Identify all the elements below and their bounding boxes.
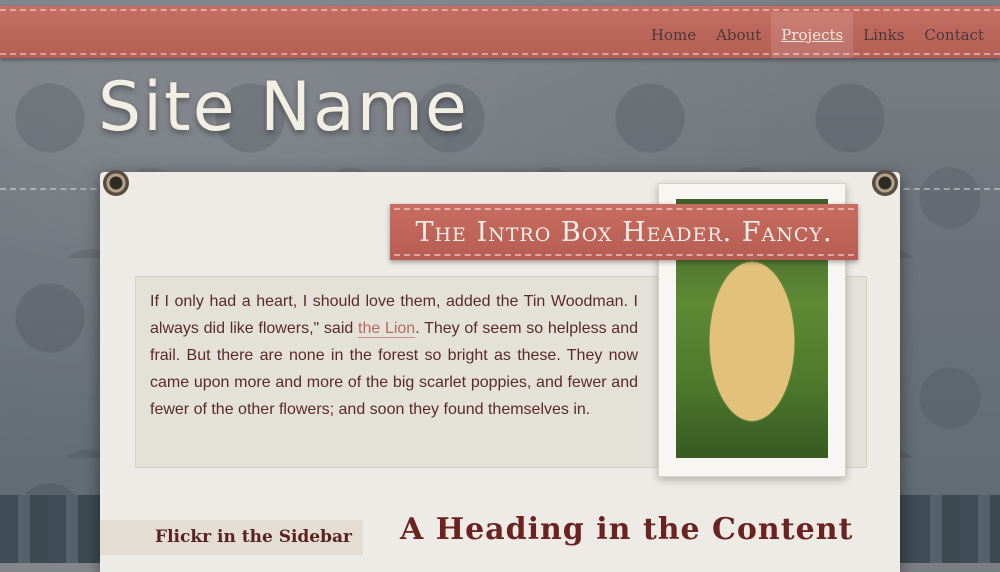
intro-header-ribbon: The Intro Box Header. Fancy. [390,204,858,260]
left-grommet-icon [103,170,129,196]
sidebar-heading-tab: Flickr in the Sidebar [100,520,363,555]
nav-about[interactable]: About [706,12,771,58]
nav-home[interactable]: Home [641,12,706,58]
nav-projects[interactable]: Projects [771,12,854,58]
right-grommet-icon [872,170,898,196]
top-nav-band: Home About Projects Links Contact [0,6,1000,58]
intro-link-the-lion[interactable]: the Lion [358,320,416,338]
site-title[interactable]: Site Name [98,68,469,147]
intro-box-header: The Intro Box Header. Fancy. [415,217,833,248]
nav-links[interactable]: Links [853,12,914,58]
content-heading: A Heading in the Content [400,512,854,547]
nav-contact[interactable]: Contact [914,12,994,58]
intro-paragraph: If I only had a heart, I should love the… [150,288,638,423]
sidebar-heading: Flickr in the Sidebar [155,527,352,547]
main-nav: Home About Projects Links Contact [641,12,994,58]
